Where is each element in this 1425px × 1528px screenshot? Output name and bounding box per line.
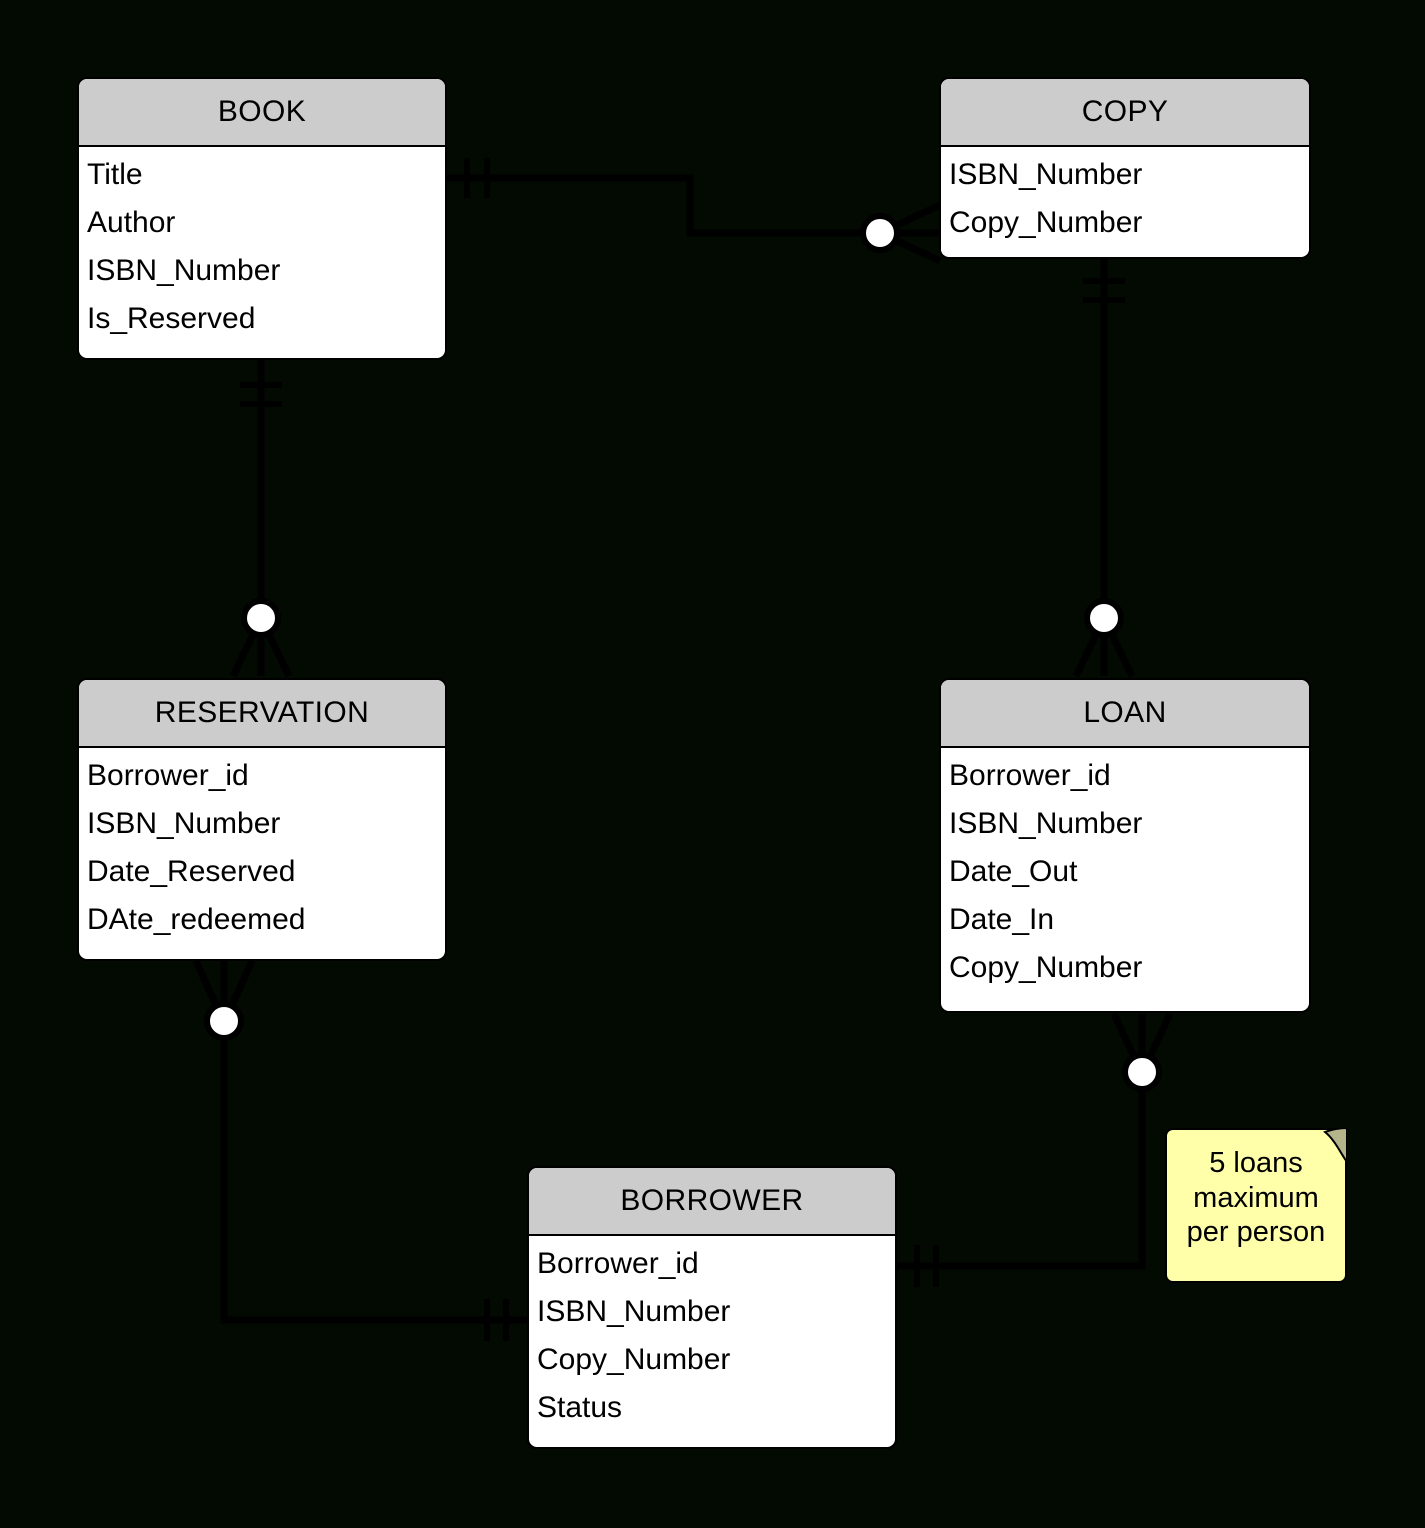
attribute-row: Title — [87, 158, 143, 191]
entity-loan-title: LOAN — [941, 680, 1309, 748]
note-loan-limit[interactable]: 5 loans maximum per person — [1165, 1128, 1347, 1283]
attribute-row: Borrower_id — [949, 759, 1111, 792]
attribute-row: Borrower_id — [537, 1247, 699, 1280]
attribute-row: Is_Reserved — [87, 302, 256, 335]
attribute-row: Date_In — [949, 903, 1055, 936]
relationship-book-copy — [447, 158, 942, 265]
cardinality-zero-circle-copy — [860, 213, 900, 253]
connector-line-reservation-borrower — [220, 1021, 527, 1324]
attribute-row: ISBN_Number — [949, 158, 1143, 191]
attribute-row: Copy_Number — [949, 951, 1143, 984]
entity-borrower[interactable]: BORROWER Borrower_id ISBN_Number Copy_Nu… — [527, 1166, 897, 1449]
attribute-row: ISBN_Number — [87, 807, 281, 840]
attribute-row: ISBN_Number — [87, 254, 281, 287]
relationship-reservation-borrower — [192, 959, 527, 1341]
connector-line-loan-borrower — [897, 1072, 1146, 1270]
entity-copy[interactable]: COPY ISBN_Number Copy_Number — [939, 77, 1311, 259]
er-diagram-canvas: BOOK Title Author ISBN_Number Is_Reserve… — [0, 0, 1425, 1528]
attribute-row: Copy_Number — [949, 206, 1143, 239]
connector-line-book-copy — [447, 174, 880, 237]
entity-borrower-attributes: Borrower_id ISBN_Number Copy_Number Stat… — [529, 1236, 895, 1440]
cardinality-zero-circle-loan-bottom — [1122, 1052, 1162, 1092]
cardinality-zero-circle-reservation-bottom — [204, 1001, 244, 1041]
attribute-row: Date_Out — [949, 855, 1078, 888]
entity-copy-attributes: ISBN_Number Copy_Number — [941, 147, 1309, 255]
entity-copy-title: COPY — [941, 79, 1309, 147]
relationship-loan-borrower — [897, 1012, 1174, 1287]
attribute-row: Date_Reserved — [87, 855, 296, 888]
cardinality-zero-circle-loan — [1084, 598, 1124, 638]
attribute-row: Author — [87, 206, 176, 239]
attribute-row: Status — [537, 1391, 623, 1424]
relationship-copy-loan — [1072, 259, 1136, 678]
note-loan-limit-text: 5 loans maximum per person — [1186, 1147, 1326, 1248]
attribute-row: Copy_Number — [537, 1343, 731, 1376]
entity-reservation[interactable]: RESERVATION Borrower_id ISBN_Number Date… — [77, 678, 447, 961]
attribute-row: Borrower_id — [87, 759, 249, 792]
attribute-row: ISBN_Number — [537, 1295, 731, 1328]
entity-loan[interactable]: LOAN Borrower_id ISBN_Number Date_Out Da… — [939, 678, 1311, 1013]
entity-book-attributes: Title Author ISBN_Number Is_Reserved — [79, 147, 445, 351]
relationship-book-reservation — [229, 360, 293, 678]
entity-book[interactable]: BOOK Title Author ISBN_Number Is_Reserve… — [77, 77, 447, 360]
entity-borrower-title: BORROWER — [529, 1168, 895, 1236]
entity-book-title: BOOK — [79, 79, 445, 147]
entity-loan-attributes: Borrower_id ISBN_Number Date_Out Date_In… — [941, 748, 1309, 1000]
entity-reservation-attributes: Borrower_id ISBN_Number Date_Reserved DA… — [79, 748, 445, 952]
entity-reservation-title: RESERVATION — [79, 680, 445, 748]
attribute-row: DAte_redeemed — [87, 903, 306, 936]
attribute-row: ISBN_Number — [949, 807, 1143, 840]
cardinality-zero-circle-reservation — [241, 598, 281, 638]
